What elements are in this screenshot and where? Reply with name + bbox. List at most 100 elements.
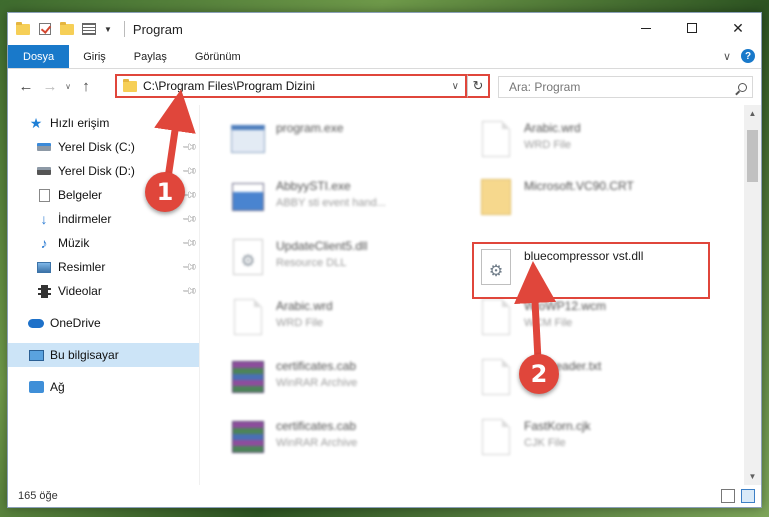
star-icon: ★ [29,114,43,131]
ribbon-tabs: Dosya Giriş Paylaş Görünüm ∨ ? [8,45,761,69]
archive-icon [228,355,268,399]
drive-icon [36,140,52,154]
step-1-badge: 1 [145,172,185,212]
file-name: certificates.cab [276,359,357,373]
sidebar-item-network[interactable]: Ağ [8,375,200,399]
refresh-button[interactable]: ↻ [467,74,490,98]
sidebar-item-videos[interactable]: Videolar 📌︎ [8,279,200,303]
executable-icon [228,175,268,219]
navigation-pane: ★ Hızlı erişim Yerel Disk (C:) 📌︎ Yerel … [8,105,200,485]
address-folder-icon [123,78,137,92]
new-folder-icon[interactable] [60,21,74,36]
recent-locations-icon[interactable]: ∨ [62,82,74,91]
file-desc: Resource DLL [276,257,347,269]
pin-icon[interactable]: 📌︎ [181,259,198,276]
sidebar-item-onedrive[interactable]: OneDrive [8,311,200,335]
file-name: Arabic.wrd [524,121,581,135]
downloads-icon: ↓ [40,211,48,227]
step-2-badge: 2 [519,354,559,394]
navigation-bar: ← → ∨ ↑ C:\Program Files\Program Dizini … [8,69,761,103]
view-toggle [721,489,755,503]
file-name: FastKorn.cjk [524,419,591,433]
sidebar-item-quick-access[interactable]: ★ Hızlı erişim [8,111,200,135]
help-icon[interactable]: ? [741,49,755,63]
document-icon [476,355,516,399]
quick-access-dropdown-icon[interactable]: ▼ [104,25,112,34]
file-item[interactable]: certificates.cab WinRAR Archive [228,355,458,407]
videos-icon [36,284,52,298]
sidebar-item-music[interactable]: ♪ Müzik 📌︎ [8,231,200,255]
tab-file[interactable]: Dosya [8,45,70,68]
music-icon: ♪ [40,235,48,251]
title-separator [123,21,125,37]
network-icon [28,380,44,394]
file-item[interactable]: program.exe [228,117,458,169]
sidebar-item-label: OneDrive [50,316,101,330]
address-bar[interactable]: C:\Program Files\Program Dizini ∨ [115,74,467,98]
sidebar-item-pictures[interactable]: Resimler 📌︎ [8,255,200,279]
file-name: program.exe [276,121,344,135]
file-item[interactable]: Microsoft.VC90.CRT [476,175,706,227]
file-desc: CJK File [524,437,566,449]
file-desc: ABBY sti event hand... [276,197,386,209]
file-item[interactable]: Arabic.wrd WRD File [228,295,458,347]
tab-view[interactable]: Görünüm [181,45,255,68]
onedrive-icon [28,316,44,330]
item-count: 165 öğe [18,490,58,502]
file-item[interactable]: WtoWP12.wcm WCM File [476,295,706,347]
properties-check-icon[interactable] [38,22,52,36]
scroll-up-icon[interactable]: ▲ [744,105,761,122]
file-item[interactable]: OneReader.txt [476,355,706,407]
expand-ribbon-icon[interactable]: ∨ [723,50,731,63]
scroll-down-icon[interactable]: ▼ [744,468,761,485]
minimize-icon [641,27,651,29]
file-desc: WinRAR Archive [276,437,358,449]
scroll-thumb[interactable] [747,130,758,182]
sidebar-item-local-disk-c[interactable]: Yerel Disk (C:) 📌︎ [8,135,200,159]
computer-icon [28,348,44,362]
file-name: certificates.cab [276,419,357,433]
sidebar-item-this-pc[interactable]: Bu bilgisayar [8,343,200,367]
folder-icon [476,175,516,219]
search-box[interactable]: Ara: Program [498,76,753,98]
file-item[interactable]: Arabic.wrd WRD File [476,117,706,169]
file-item[interactable]: ⚙ UpdateClient5.dll Resource DLL [228,235,458,287]
vertical-scrollbar[interactable]: ▲ ▼ [744,105,761,485]
explorer-window: ▼ Program ✕ Dosya Giriş Paylaş Görünüm ∨… [7,12,762,508]
address-path[interactable]: C:\Program Files\Program Dizini [143,79,452,93]
tab-share[interactable]: Paylaş [120,45,181,68]
up-arrow-icon[interactable]: ↑ [74,74,98,98]
file-item[interactable]: FastKorn.cjk CJK File [476,415,706,467]
document-icon [476,295,516,339]
pin-icon[interactable]: 📌︎ [181,235,198,252]
file-list: program.exe AbbyySTI.exe ABBY sti event h… [200,105,761,485]
drive-icon [36,164,52,178]
ribbon-right: ∨ ? [723,49,755,63]
documents-icon [36,188,52,202]
file-name: Microsoft.VC90.CRT [524,179,634,193]
back-arrow-icon[interactable]: ← [14,74,38,98]
details-view-icon[interactable] [721,489,735,503]
pin-icon[interactable]: 📌︎ [181,211,198,228]
close-icon: ✕ [732,19,744,36]
pin-icon[interactable]: 📌︎ [181,139,198,156]
pin-icon[interactable]: 📌︎ [181,283,198,300]
close-button[interactable]: ✕ [715,13,761,43]
forward-arrow-icon[interactable]: → [38,74,62,98]
customize-icon[interactable] [82,22,96,36]
status-bar: 165 öğe [8,485,761,507]
search-input[interactable]: Ara: Program [509,80,732,94]
file-item[interactable]: certificates.cab WinRAR Archive [228,415,458,467]
pin-icon[interactable]: 📌︎ [181,163,198,180]
tiles-view-icon[interactable] [741,489,755,503]
minimize-button[interactable] [623,13,669,43]
file-desc: WRD File [276,317,324,329]
maximize-button[interactable] [669,13,715,43]
tab-home[interactable]: Giriş [69,45,120,68]
file-name: UpdateClient5.dll [276,239,368,253]
window-controls: ✕ [623,13,761,43]
search-icon[interactable] [732,82,752,92]
address-dropdown-icon[interactable]: ∨ [452,81,459,92]
file-item[interactable]: AbbyySTI.exe ABBY sti event hand... [228,175,458,227]
file-desc: WCM File [524,317,573,329]
